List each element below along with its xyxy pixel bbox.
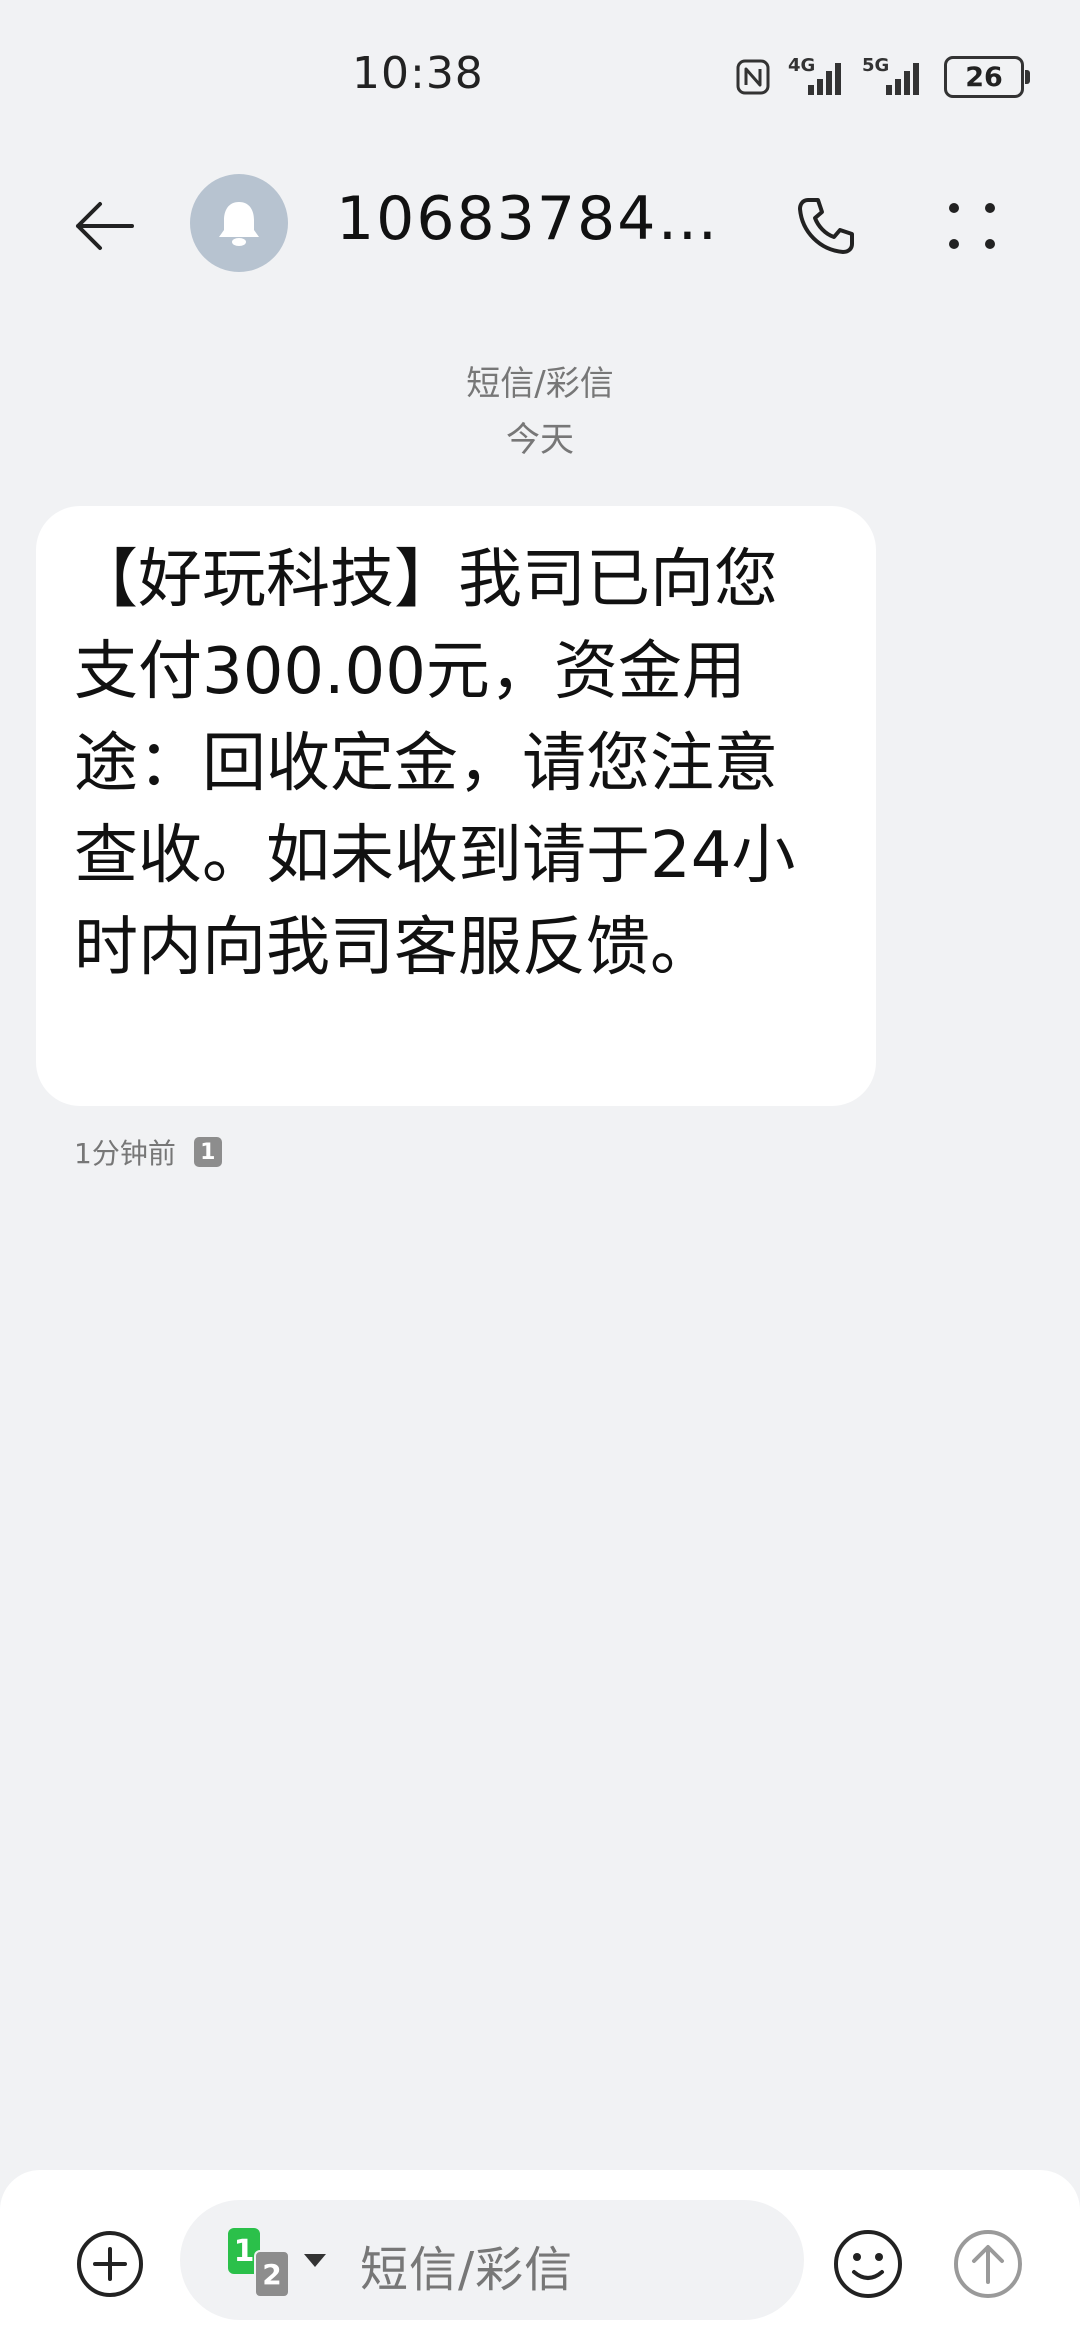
thread-date-label: 今天 [506, 420, 574, 460]
contact-number[interactable]: 1068378429... [336, 184, 756, 254]
nfc-icon [736, 59, 770, 95]
conversation-header: 1068378429... [0, 150, 1080, 295]
composer-bar: 1 2 短信/彩信 [0, 2170, 1080, 2340]
battery-level: 26 [965, 61, 1003, 93]
status-time: 10:38 [352, 48, 484, 99]
sim-selector[interactable]: 1 2 [228, 2228, 328, 2298]
more-dots-icon [949, 203, 995, 249]
phone-icon [798, 198, 854, 254]
input-placeholder: 短信/彩信 [360, 2242, 574, 2298]
message-meta: 1分钟前 1 [74, 1132, 222, 1172]
message-text: 【好玩科技】我司已向您支付300.00元，资金用途：回收定金，请您注意查收。如未… [74, 543, 796, 985]
message-time: 1分钟前 [74, 1137, 176, 1170]
back-button[interactable] [64, 186, 144, 266]
contact-avatar[interactable] [190, 174, 288, 272]
sim2-icon: 2 [254, 2250, 290, 2298]
call-button[interactable] [786, 186, 866, 266]
sim-badge-icon: 1 [193, 1137, 222, 1167]
dropdown-arrow-icon [304, 2254, 326, 2267]
signal-5g-icon: 5G [862, 55, 926, 97]
bell-icon [219, 202, 259, 246]
battery-icon: 26 [944, 56, 1030, 98]
more-options-button[interactable] [932, 186, 1012, 266]
send-button[interactable] [944, 2220, 1032, 2308]
thread-type-label: 短信/彩信 [466, 364, 614, 404]
emoji-button[interactable] [824, 2220, 912, 2308]
send-arrow-icon [954, 2230, 1022, 2298]
status-bar: 10:38 4G 5G 26 [0, 0, 1080, 150]
smiley-icon [834, 2230, 902, 2298]
add-attachment-button[interactable] [70, 2224, 150, 2304]
message-input[interactable]: 1 2 短信/彩信 [180, 2200, 804, 2320]
back-arrow-icon [76, 202, 134, 250]
plus-circle-icon [77, 2231, 143, 2297]
message-bubble[interactable]: 【好玩科技】我司已向您支付300.00元，资金用途：回收定金，请您注意查收。如未… [36, 506, 876, 1106]
status-icons: 4G 5G 26 [736, 55, 1030, 98]
signal-4g-icon: 4G [788, 55, 844, 97]
